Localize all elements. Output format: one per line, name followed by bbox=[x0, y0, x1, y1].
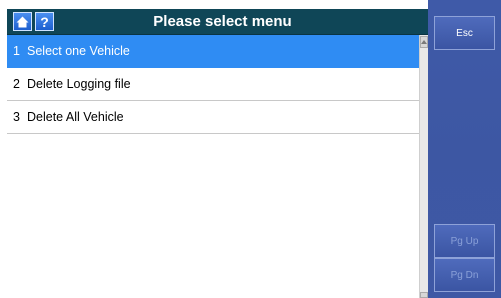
esc-button[interactable]: Esc bbox=[434, 16, 495, 50]
menu-item-number: 3 bbox=[13, 109, 20, 124]
menu-item-delete-logging-file[interactable]: 2 Delete Logging file bbox=[7, 68, 419, 101]
scroll-up-button[interactable] bbox=[420, 36, 428, 48]
scrollbar[interactable] bbox=[419, 35, 428, 298]
page-title: Please select menu bbox=[153, 13, 292, 30]
menu-list: 1 Select one Vehicle 2 Delete Logging fi… bbox=[7, 35, 419, 134]
title-bar: ? Please select menu bbox=[7, 9, 428, 35]
scroll-down-button[interactable] bbox=[420, 292, 428, 298]
page-down-button[interactable]: Pg Dn bbox=[434, 258, 495, 292]
home-icon bbox=[16, 16, 29, 27]
page-up-button[interactable]: Pg Up bbox=[434, 224, 495, 258]
side-panel: Esc Pg Up Pg Dn bbox=[428, 0, 501, 298]
help-button[interactable]: ? bbox=[35, 12, 54, 31]
scroll-up-icon bbox=[421, 40, 427, 44]
menu-item-label: Delete All Vehicle bbox=[27, 109, 124, 124]
home-button[interactable] bbox=[13, 12, 32, 31]
menu-item-select-one-vehicle[interactable]: 1 Select one Vehicle bbox=[7, 35, 419, 68]
menu-item-number: 1 bbox=[13, 43, 20, 58]
menu-item-label: Delete Logging file bbox=[27, 76, 131, 91]
help-icon: ? bbox=[40, 13, 49, 30]
menu-item-delete-all-vehicle[interactable]: 3 Delete All Vehicle bbox=[7, 101, 419, 134]
menu-item-number: 2 bbox=[13, 76, 20, 91]
menu-panel: ? Please select menu 1 Select one Vehicl… bbox=[7, 9, 428, 298]
menu-item-label: Select one Vehicle bbox=[27, 43, 130, 58]
